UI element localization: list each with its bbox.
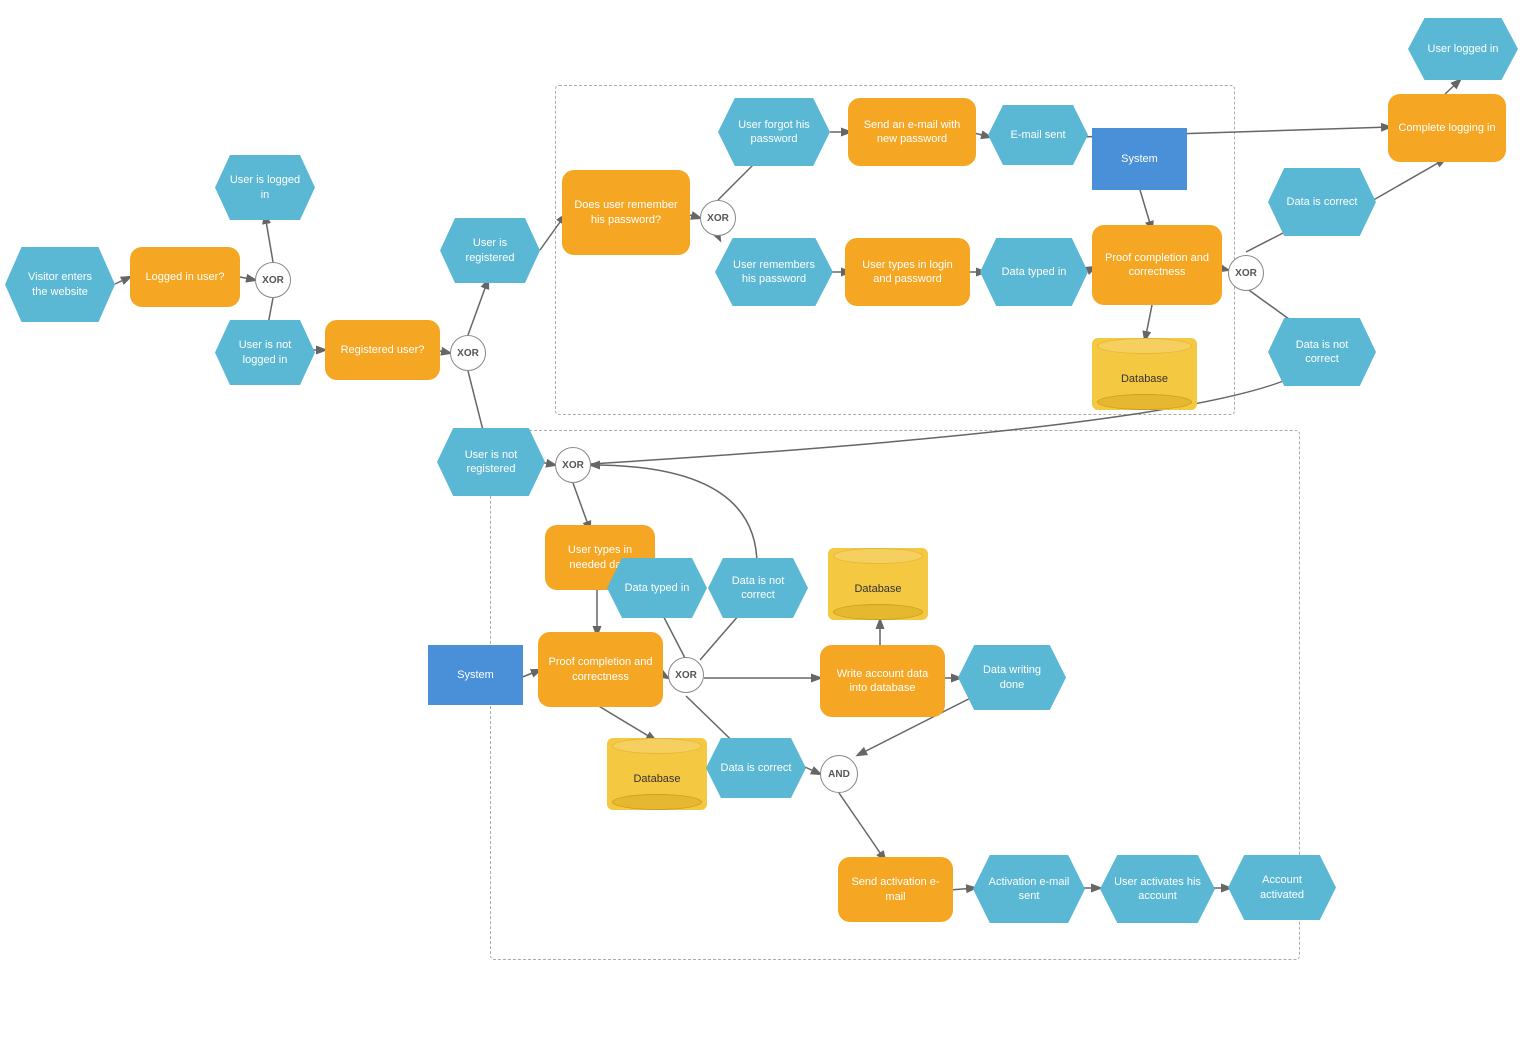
- proof2-node: Proof completion and correctness: [1092, 225, 1222, 305]
- user-forgot-node: User forgot his password: [718, 98, 830, 166]
- does-user-remember-node: Does user remember his password?: [562, 170, 690, 255]
- data-correct2-node: Data is correct: [1268, 168, 1376, 236]
- user-activates-node: User activates his account: [1100, 855, 1215, 923]
- data-writing-done-node: Data writing done: [958, 645, 1066, 710]
- user-not-registered-node: User is not registered: [437, 428, 545, 496]
- logged-in-user-node: Logged in user?: [130, 247, 240, 307]
- account-activated-node: Account activated: [1228, 855, 1336, 920]
- diagram-canvas: Visitor enters the website Logged in use…: [0, 0, 1537, 1046]
- data-correct1-node: Data is correct: [706, 738, 806, 798]
- xor2-gate: XOR: [450, 335, 486, 371]
- complete-logging-node: Complete logging in: [1388, 94, 1506, 162]
- user-not-logged-in-node: User is not logged in: [215, 320, 315, 385]
- system1-node: System: [428, 645, 523, 705]
- activation-sent-node: Activation e-mail sent: [973, 855, 1085, 923]
- data-not-correct2-node: Data is not correct: [1268, 318, 1376, 386]
- database1-node: Database: [607, 738, 707, 810]
- user-types-login-node: User types in login and password: [845, 238, 970, 306]
- and1-gate: AND: [820, 755, 858, 793]
- registered-user-node: Registered user?: [325, 320, 440, 380]
- user-logged-in-node: User logged in: [1408, 18, 1518, 80]
- send-activation-node: Send activation e-mail: [838, 857, 953, 922]
- database3-node: Database: [1092, 338, 1197, 410]
- system2-node: System: [1092, 128, 1187, 190]
- data-not-correct1-node: Data is not correct: [708, 558, 808, 618]
- proof1-node: Proof completion and correctness: [538, 632, 663, 707]
- write-account-node: Write account data into database: [820, 645, 945, 717]
- xor4-gate: XOR: [668, 657, 704, 693]
- user-registered-node: User is registered: [440, 218, 540, 283]
- xor3-gate: XOR: [555, 447, 591, 483]
- email-sent-node: E-mail sent: [988, 105, 1088, 165]
- data-typed-in1-node: Data typed in: [607, 558, 707, 618]
- send-email-new-password-node: Send an e-mail with new password: [848, 98, 976, 166]
- xor1-gate: XOR: [255, 262, 291, 298]
- user-logged-in-node: User is logged in: [215, 155, 315, 220]
- user-remembers-node: User remembers his password: [715, 238, 833, 306]
- data-typed-in2-node: Data typed in: [980, 238, 1088, 306]
- database2-node: Database: [828, 548, 928, 620]
- xor6-gate: XOR: [1228, 255, 1264, 291]
- xor5-gate: XOR: [700, 200, 736, 236]
- visitor-enters-node: Visitor enters the website: [5, 247, 115, 322]
